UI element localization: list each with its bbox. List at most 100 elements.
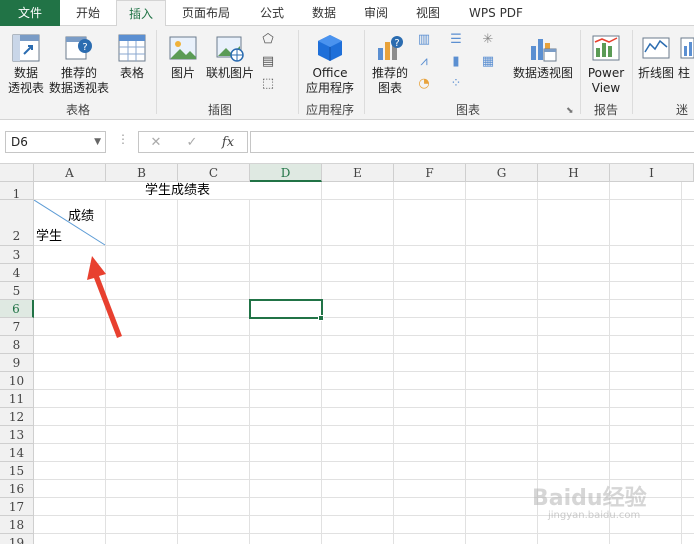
row-header-3[interactable]: 3 [0, 246, 34, 264]
spreadsheet-grid[interactable]: A B C D E F G H I 1 2 3 4 5 6 7 8 9 10 1… [0, 164, 694, 544]
gridline [34, 461, 694, 462]
row-header-14[interactable]: 14 [0, 444, 34, 462]
picture-icon [169, 36, 197, 60]
row-header-11[interactable]: 11 [0, 390, 34, 408]
row-header-6[interactable]: 6 [0, 300, 34, 318]
power-view-button[interactable]: Power View [584, 30, 628, 98]
tab-wps-pdf[interactable]: WPS PDF [454, 0, 538, 26]
office-store-icon [318, 35, 342, 61]
sheet-title: 学生成绩表 [144, 183, 210, 198]
row-header-2[interactable]: 2 [0, 200, 34, 246]
sparkline-line-button[interactable]: 折线图 [636, 30, 676, 98]
gridline [177, 182, 178, 544]
column-header-b[interactable]: B [106, 164, 178, 182]
watermark-url: jingyan.baidu.com [548, 510, 641, 521]
chevron-down-icon[interactable]: ▼ [94, 132, 101, 152]
tab-page-layout[interactable]: 页面布局 [166, 0, 246, 26]
line-chart-icon[interactable]: ⩘ [414, 54, 434, 70]
more-options-icon[interactable]: ⋮ [117, 132, 129, 146]
gridline [34, 245, 694, 246]
sparkline-column-button[interactable]: 柱 [678, 30, 694, 98]
smartart-icon[interactable]: ▤ [258, 54, 278, 70]
row-header-7[interactable]: 7 [0, 318, 34, 336]
column-chart-icon[interactable]: ▥ [414, 32, 434, 48]
column-header-h[interactable]: H [538, 164, 610, 182]
row-header-16[interactable]: 16 [0, 480, 34, 498]
row-header-9[interactable]: 9 [0, 354, 34, 372]
gridline [249, 182, 250, 544]
row-header-13[interactable]: 13 [0, 426, 34, 444]
recommended-pivot-icon: ? [65, 36, 92, 60]
radar-chart-icon[interactable]: ✳ [478, 32, 498, 48]
pivot-chart-icon [531, 39, 557, 62]
select-all-corner[interactable] [0, 164, 34, 182]
row-header-12[interactable]: 12 [0, 408, 34, 426]
group-label-charts: 图表 [455, 103, 480, 117]
column-header-g[interactable]: G [466, 164, 538, 182]
formula-input[interactable] [250, 131, 694, 153]
active-cell-d6[interactable] [249, 299, 323, 319]
picture-button[interactable]: 图片 [164, 30, 202, 98]
tab-review[interactable]: 审阅 [350, 0, 402, 26]
online-picture-icon [216, 36, 244, 62]
tab-formulas[interactable]: 公式 [246, 0, 298, 26]
online-picture-button[interactable]: 联机图片 [204, 30, 256, 98]
row-header-17[interactable]: 17 [0, 498, 34, 516]
column-header-e[interactable]: E [322, 164, 394, 182]
tab-insert[interactable]: 插入 [116, 0, 166, 27]
screenshot-icon[interactable]: ⬚ [258, 76, 278, 92]
bar-chart-icon[interactable]: ☰ [446, 32, 466, 48]
gridline [34, 335, 694, 336]
office-apps-button[interactable]: Office 应用程序 [300, 30, 360, 98]
annotation-arrow-icon [87, 256, 122, 338]
group-label-tables: 表格 [65, 103, 90, 117]
tab-file[interactable]: 文件 [0, 0, 60, 26]
gridline [321, 182, 322, 544]
column-header-a[interactable]: A [34, 164, 106, 182]
enter-icon[interactable]: ✓ [179, 134, 205, 152]
row-header-10[interactable]: 10 [0, 372, 34, 390]
combo-chart-icon[interactable]: ▦ [478, 54, 498, 70]
sparkline-line-icon [642, 37, 670, 59]
shapes-icon[interactable]: ⬠ [258, 32, 278, 48]
row-header-8[interactable]: 8 [0, 336, 34, 354]
recommended-pivot-button[interactable]: ? 推荐的 数据透视表 [48, 30, 110, 98]
ribbon-insert-panel: 数据 透视表 ? 推荐的 数据透视表 表格 表格 图片 联机图片 ⬠ ▤ ⬚ 插… [0, 26, 694, 120]
row-header-18[interactable]: 18 [0, 516, 34, 534]
insert-function-icon[interactable]: fx [215, 134, 241, 152]
column-header-c[interactable]: C [178, 164, 250, 182]
power-view-icon [592, 35, 620, 61]
stat-chart-icon[interactable]: ▮ [446, 54, 466, 70]
group-separator [156, 30, 157, 114]
tab-home[interactable]: 开始 [60, 0, 116, 26]
sparkline-column-icon [680, 37, 694, 59]
group-separator [632, 30, 633, 114]
tab-view[interactable]: 视图 [402, 0, 454, 26]
column-header-d[interactable]: D [250, 164, 322, 182]
group-separator [580, 30, 581, 114]
row-header-1[interactable]: 1 [0, 182, 34, 201]
group-label-apps: 应用程序 [305, 103, 354, 117]
pivot-table-button[interactable]: 数据 透视表 [4, 30, 48, 98]
svg-text:?: ? [394, 38, 399, 49]
recommended-chart-button[interactable]: ? 推荐的 图表 [368, 30, 412, 98]
name-box[interactable]: D6 ▼ [5, 131, 106, 153]
diagonal-header-bottom: 学生 [36, 229, 63, 244]
tab-data[interactable]: 数据 [298, 0, 350, 26]
row-header-5[interactable]: 5 [0, 282, 34, 300]
gridline [34, 533, 694, 534]
pie-chart-icon[interactable]: ◔ [414, 76, 434, 92]
dialog-launcher-icon[interactable]: ⬊ [566, 106, 574, 116]
cancel-icon[interactable]: ✕ [143, 134, 169, 152]
column-header-f[interactable]: F [394, 164, 466, 182]
row-header-15[interactable]: 15 [0, 462, 34, 480]
table-button[interactable]: 表格 [112, 30, 152, 98]
scatter-chart-icon[interactable]: ⁘ [446, 76, 466, 92]
column-header-i[interactable]: I [610, 164, 694, 182]
row-header-19[interactable]: 19 [0, 534, 34, 544]
fill-handle[interactable] [318, 315, 324, 321]
pivot-chart-button[interactable]: 数据透视图 [508, 30, 578, 98]
gridline [681, 182, 682, 544]
row-header-4[interactable]: 4 [0, 264, 34, 282]
gridline [34, 407, 694, 408]
